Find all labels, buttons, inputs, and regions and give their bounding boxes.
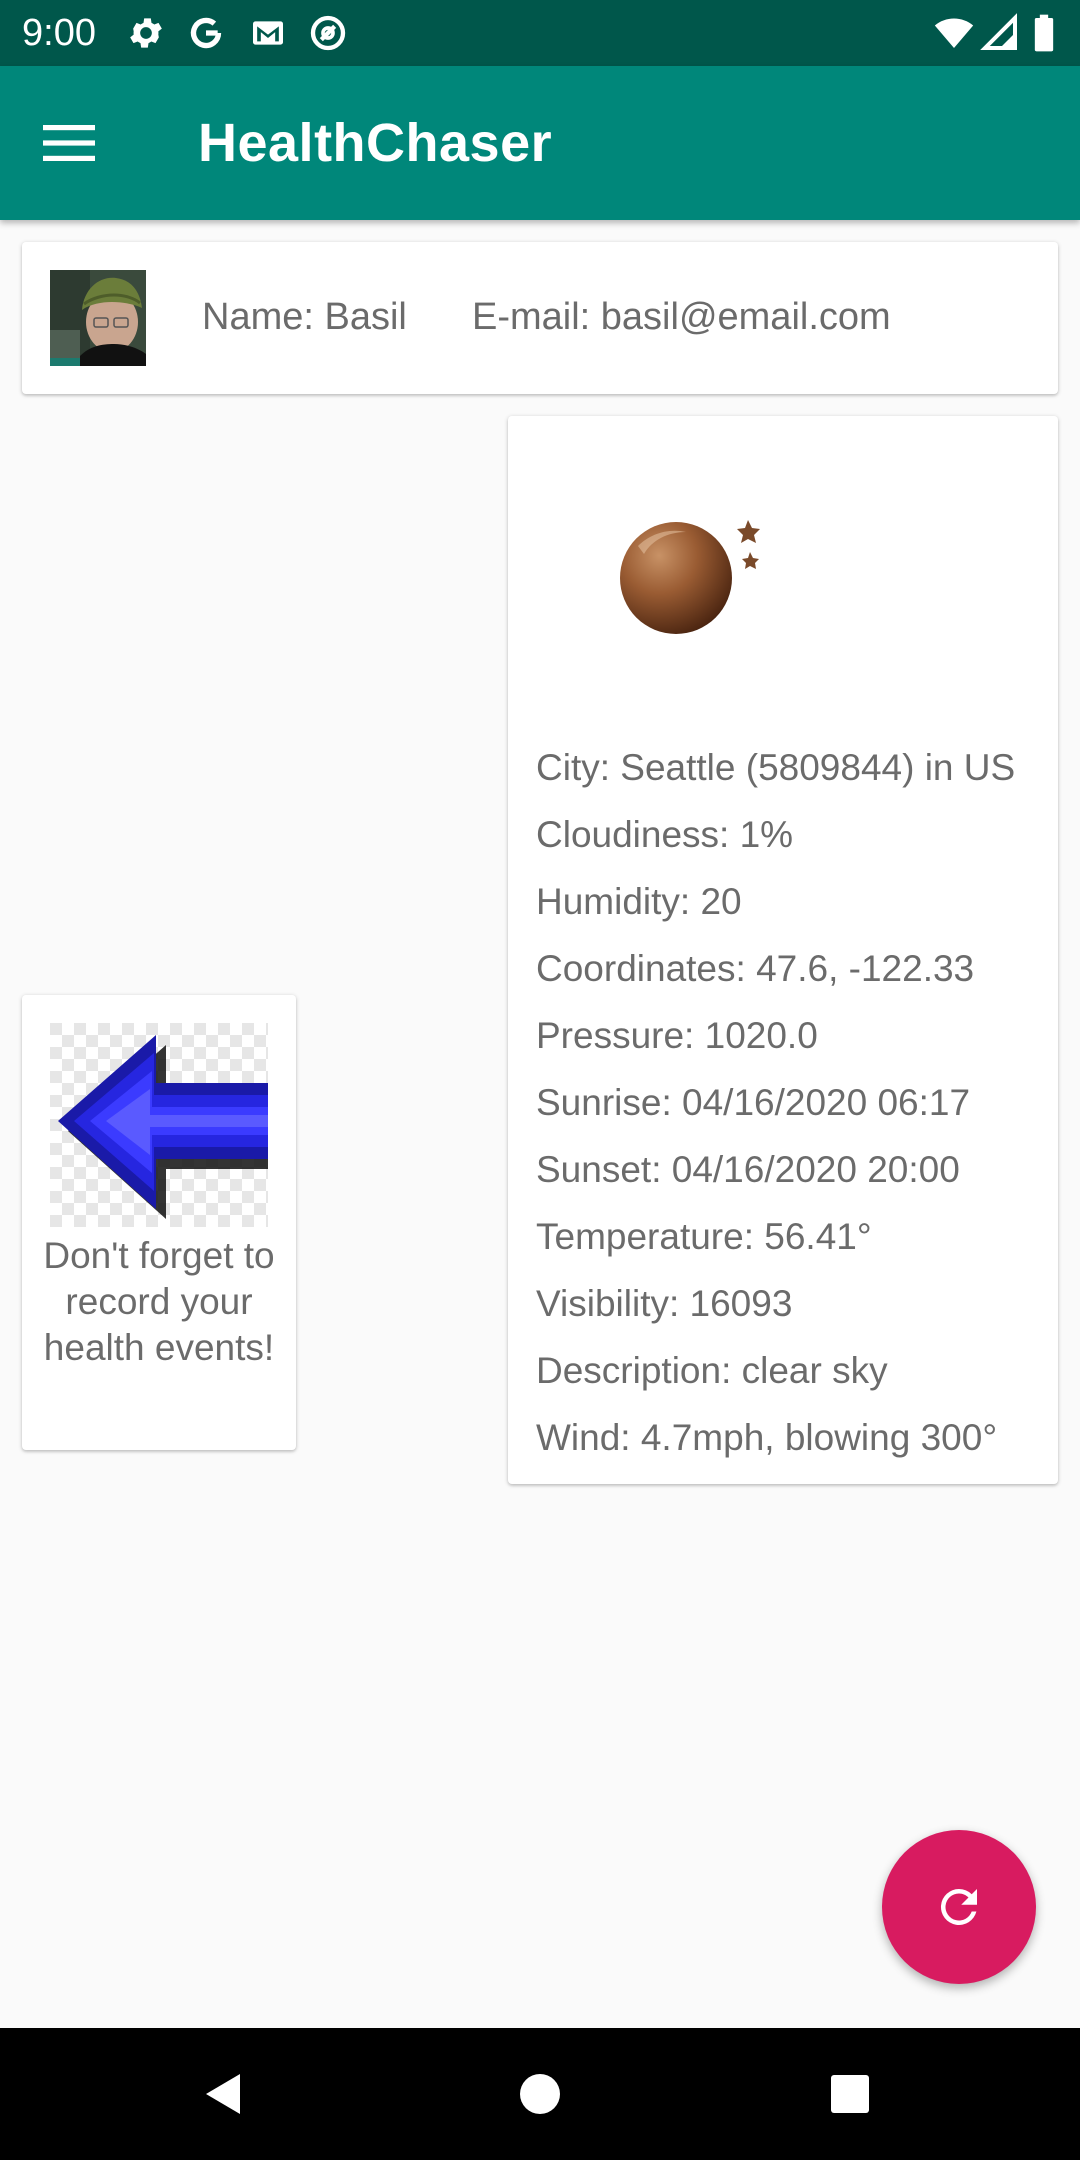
- menu-button[interactable]: [34, 108, 104, 178]
- wifi-icon: [934, 13, 974, 53]
- app-bar: HealthChaser: [0, 66, 1080, 220]
- weather-description: Description: clear sky: [536, 1350, 888, 1391]
- user-avatar[interactable]: [50, 270, 146, 366]
- blue-left-arrow-image: [50, 1023, 268, 1227]
- weather-city: City: Seattle (5809844) in US: [536, 747, 1016, 788]
- gear-icon: [126, 13, 166, 53]
- at-sign-icon: [308, 13, 348, 53]
- status-bar: 9:00: [0, 0, 1080, 66]
- weather-card: City: Seattle (5809844) in US Cloudiness…: [508, 416, 1058, 1484]
- gmail-icon: [248, 13, 288, 53]
- signal-icon: [980, 13, 1020, 53]
- refresh-icon: [940, 1889, 977, 1925]
- refresh-button[interactable]: [882, 1830, 1036, 1984]
- profile-card: Name: Basil E-mail: basil@email.com: [22, 242, 1058, 394]
- home-button[interactable]: [502, 2056, 578, 2132]
- weather-sunset: Sunset: 04/16/2020 20:00: [536, 1149, 960, 1190]
- recents-button[interactable]: [812, 2056, 888, 2132]
- weather-wind: Wind: 4.7mph, blowing 300°: [536, 1417, 998, 1458]
- weather-coordinates: Coordinates: 47.6, -122.33: [536, 948, 975, 989]
- hamburger-menu-icon: [43, 125, 95, 161]
- home-icon: [520, 2074, 560, 2114]
- weather-humidity: Humidity: 20: [536, 881, 742, 922]
- weather-visibility: Visibility: 16093: [536, 1283, 793, 1324]
- google-icon: [186, 13, 226, 53]
- battery-icon: [1030, 13, 1058, 53]
- back-button[interactable]: [186, 2056, 262, 2132]
- app-title: HealthChaser: [198, 113, 553, 173]
- back-icon: [206, 2074, 240, 2114]
- profile-name: Name: Basil: [202, 296, 407, 338]
- clear-night-moon-icon: [608, 506, 768, 636]
- recents-icon: [831, 2075, 869, 2113]
- weather-temperature: Temperature: 56.41°: [536, 1216, 872, 1257]
- reminder-text: Don't forget to record your health event…: [43, 1235, 275, 1368]
- status-time: 9:00: [22, 12, 96, 54]
- reminder-card[interactable]: Don't forget to record your health event…: [22, 995, 296, 1450]
- weather-sunrise: Sunrise: 04/16/2020 06:17: [536, 1082, 971, 1123]
- weather-cloudiness: Cloudiness: 1%: [536, 814, 794, 855]
- navigation-bar: [0, 2028, 1080, 2160]
- profile-email: E-mail: basil@email.com: [472, 296, 891, 338]
- weather-details: City: Seattle (5809844) in US Cloudiness…: [536, 734, 1056, 1471]
- weather-pressure: Pressure: 1020.0: [536, 1015, 818, 1056]
